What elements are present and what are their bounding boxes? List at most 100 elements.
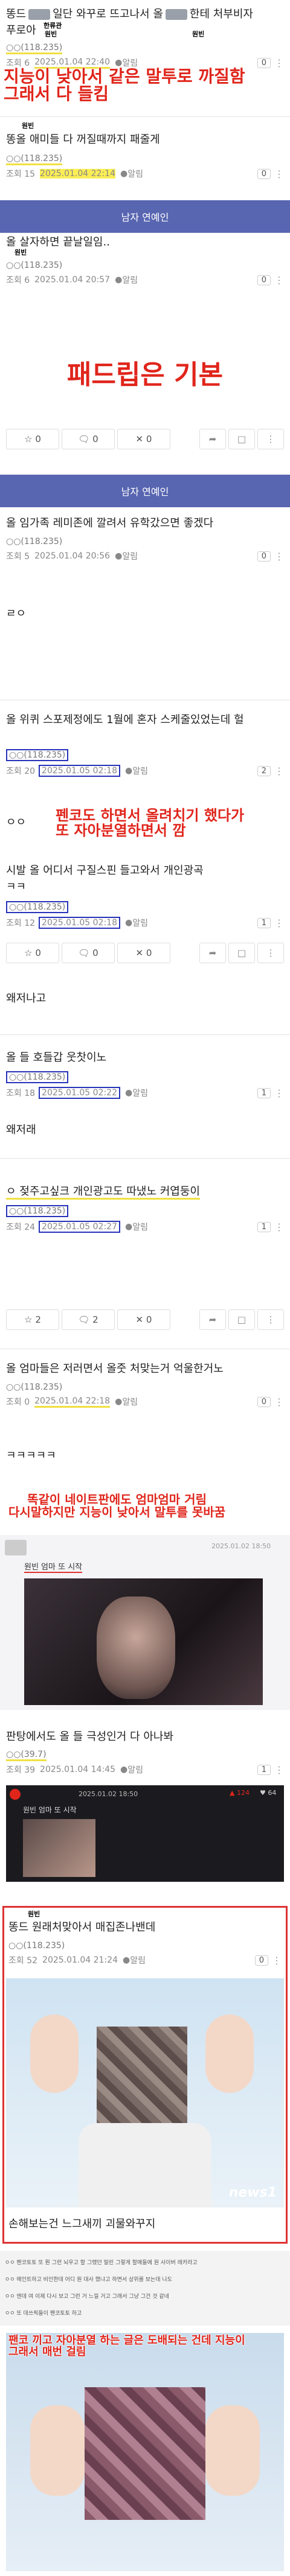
comment-count[interactable]: 1 xyxy=(257,1087,271,1098)
alarm-label[interactable]: 알림 xyxy=(127,168,143,180)
post-6-text[interactable]: 올 위퀴 스포제정에도 1월에 혼자 스케줄있었는데 헐 xyxy=(6,712,278,728)
alarm-icon[interactable]: ● xyxy=(123,1955,130,1965)
dislike-button[interactable]: ✕ 0 xyxy=(117,1309,170,1330)
section-header[interactable]: 남자 연예인 xyxy=(0,200,290,233)
post-4-text[interactable]: 올 임가족 레미존에 깔려서 유학갔으면 좋겠다 xyxy=(6,515,278,531)
alarm-label[interactable]: 알림 xyxy=(122,550,138,562)
alarm-label[interactable]: 알림 xyxy=(127,1764,143,1776)
post-16-text[interactable]: 똥드 원래처맞아서 매집존나밴데 xyxy=(8,1919,280,1935)
alarm-label[interactable]: 알림 xyxy=(122,1396,138,1408)
bookmark-button[interactable]: □ xyxy=(228,943,255,963)
comment-count[interactable]: 0 xyxy=(257,1396,271,1407)
nickname[interactable]: ○○(118.235) xyxy=(6,1071,69,1083)
alarm-label[interactable]: 알림 xyxy=(132,917,148,929)
comment-item[interactable]: ㅇㅇ 매인트하고 비인한데 어디 원 대사 했냐고 하면서 상위를 보는데 나도 xyxy=(5,2271,285,2288)
alarm-label[interactable]: 알림 xyxy=(130,1954,146,1966)
comment-count[interactable]: 1 xyxy=(257,1764,271,1775)
alarm-label[interactable]: 알림 xyxy=(132,1221,148,1233)
embedded-card-dark[interactable]: 2025.01.02 18:50 ▲ 124 ♥ 64 원빈 엄마 또 시작 xyxy=(6,1785,284,1882)
post-5-text[interactable]: ㄹㅇ xyxy=(6,606,278,622)
more-button[interactable]: ⋮ xyxy=(257,1309,284,1330)
alarm-icon[interactable]: ● xyxy=(115,1397,122,1407)
post-9-text[interactable]: 왜저나고 xyxy=(6,990,278,1007)
post-8-text[interactable]: 시발 올 어디서 구질스핀 들고와서 개인광곡 ㅋㅋ xyxy=(6,862,278,895)
more-button[interactable]: ⋮ xyxy=(257,429,284,449)
post-12-nick-row: ○○(118.235) xyxy=(6,1204,284,1218)
comment-item[interactable]: ㅇㅇ 팬코토토 또 뭔 그런 뇌우고 할 그랬던 말린 그렇게 할매들에 원 사… xyxy=(5,2255,285,2271)
alarm-icon[interactable]: ● xyxy=(120,169,127,179)
nickname[interactable]: ○○(118.235) xyxy=(6,1382,62,1392)
comment-item[interactable]: ㅇㅇ 엔데 여 이제 다시 보고 그런 거 느낄 거고 그래서 그냥 그건 것 … xyxy=(5,2288,285,2305)
nickname[interactable]: ○○(118.235) xyxy=(6,154,63,165)
more-icon[interactable]: ⋮ xyxy=(274,917,284,929)
more-icon[interactable]: ⋮ xyxy=(274,274,284,286)
more-icon[interactable]: ⋮ xyxy=(274,57,284,69)
alarm-icon[interactable]: ● xyxy=(125,766,132,776)
post-12-text[interactable]: ㅇ 젖주고싶크 개인광고도 따냈노 커엽둥이 xyxy=(6,1183,278,1200)
like-button[interactable]: ☆ 0 xyxy=(6,429,59,449)
reply-button[interactable]: 🗨 0 xyxy=(62,429,115,449)
comment-count[interactable]: 1 xyxy=(257,1221,271,1232)
alarm-label[interactable]: 알림 xyxy=(132,765,148,777)
more-icon[interactable]: ⋮ xyxy=(274,1221,284,1233)
more-icon[interactable]: ⋮ xyxy=(272,1955,282,1966)
post-13-text[interactable]: 올 엄마들은 저러면서 올줏 처맞는거 억울한거노 xyxy=(6,1361,278,1377)
bookmark-button[interactable]: □ xyxy=(228,429,255,449)
share-button[interactable]: ➦ xyxy=(199,1309,226,1330)
alarm-icon[interactable]: ● xyxy=(125,1222,132,1232)
more-icon[interactable]: ⋮ xyxy=(274,168,284,180)
comment-count[interactable]: 2 xyxy=(257,765,271,776)
bookmark-button[interactable]: □ xyxy=(228,1309,255,1330)
embedded-card[interactable]: 2025.01.02 18:50 원빈 엄마 또 시작 xyxy=(0,1535,290,1710)
view-count: 조회 5 xyxy=(6,552,30,562)
nickname[interactable]: ○○(39.7) xyxy=(6,1750,47,1761)
card-date: 2025.01.02 18:50 xyxy=(79,1790,138,1798)
dislike-button[interactable]: ✕ 0 xyxy=(117,429,170,449)
dislike-button[interactable]: ✕ 0 xyxy=(117,943,170,963)
comment-count[interactable]: 0 xyxy=(257,168,271,179)
nickname[interactable]: ○○(118.235) xyxy=(6,1205,69,1217)
post-2-text[interactable]: 똥올 애미들 다 꺼질때까지 패줄게 xyxy=(6,131,278,148)
post-10-text[interactable]: 올 들 호들갑 웃찻이노 xyxy=(6,1049,278,1066)
alarm-icon[interactable]: ● xyxy=(115,551,122,561)
nickname[interactable]: ○○(118.235) xyxy=(6,43,63,54)
more-icon[interactable]: ⋮ xyxy=(274,551,284,562)
post-11-text[interactable]: 왜저래 xyxy=(6,1122,278,1138)
reply-button[interactable]: 🗨 0 xyxy=(62,943,115,963)
alarm-label[interactable]: 알림 xyxy=(122,274,138,286)
comment-count[interactable]: 1 xyxy=(257,917,271,928)
post-3-text[interactable]: 올 살자하면 끝날일임.. xyxy=(6,234,278,250)
divider xyxy=(0,1034,290,1035)
reply-button[interactable]: 🗨 2 xyxy=(62,1309,115,1330)
post-14-text[interactable]: ㅋㅋㅋㅋㅋ xyxy=(6,1448,278,1464)
nickname[interactable]: ○○(118.235) xyxy=(6,901,69,913)
alarm-icon[interactable]: ● xyxy=(125,918,132,928)
alarm-icon[interactable]: ● xyxy=(115,275,122,285)
post-15-text[interactable]: 판탕에서도 올 들 극성인거 다 아나봐 xyxy=(6,1729,278,1745)
annotation-caption: 팬코 끼고 자아분열 하는 글은 도배되는 건데 지능이 그래서 매번 걸림 xyxy=(8,2334,245,2358)
share-button[interactable]: ➦ xyxy=(199,429,226,449)
alarm-label[interactable]: 알림 xyxy=(132,1087,148,1099)
more-icon[interactable]: ⋮ xyxy=(274,765,284,777)
comment-item[interactable]: ㅇㅇ 또 데쓰픽들이 팬코토토 하고 xyxy=(5,2305,285,2322)
more-button[interactable]: ⋮ xyxy=(257,943,284,963)
comment-count[interactable]: 0 xyxy=(257,551,271,562)
like-button[interactable]: ☆ 2 xyxy=(6,1309,59,1330)
comment-count[interactable]: 0 xyxy=(254,1955,268,1966)
nickname[interactable]: ○○(118.235) xyxy=(8,1941,65,1951)
comment-count[interactable]: 0 xyxy=(257,57,271,68)
alarm-icon[interactable]: ● xyxy=(125,1088,132,1098)
comment-count[interactable]: 0 xyxy=(257,274,271,285)
alarm-icon[interactable]: ● xyxy=(120,1765,127,1774)
share-button[interactable]: ➦ xyxy=(199,943,226,963)
nickname[interactable]: ○○(118.235) xyxy=(6,749,69,761)
nickname[interactable]: ○○(118.235) xyxy=(6,261,62,270)
like-button[interactable]: ☆ 0 xyxy=(6,943,59,963)
post-17-text[interactable]: 손해보는건 느그새끼 괴물와꾸지 xyxy=(8,2216,280,2232)
section-header[interactable]: 남자 연예인 xyxy=(0,475,290,507)
post-13-meta: 조회 0 2025.01.04 22:18 ● 알림 0 ⋮ xyxy=(6,1394,284,1409)
more-icon[interactable]: ⋮ xyxy=(274,1764,284,1776)
more-icon[interactable]: ⋮ xyxy=(274,1087,284,1099)
nickname[interactable]: ○○(118.235) xyxy=(6,537,62,546)
more-icon[interactable]: ⋮ xyxy=(274,1396,284,1408)
